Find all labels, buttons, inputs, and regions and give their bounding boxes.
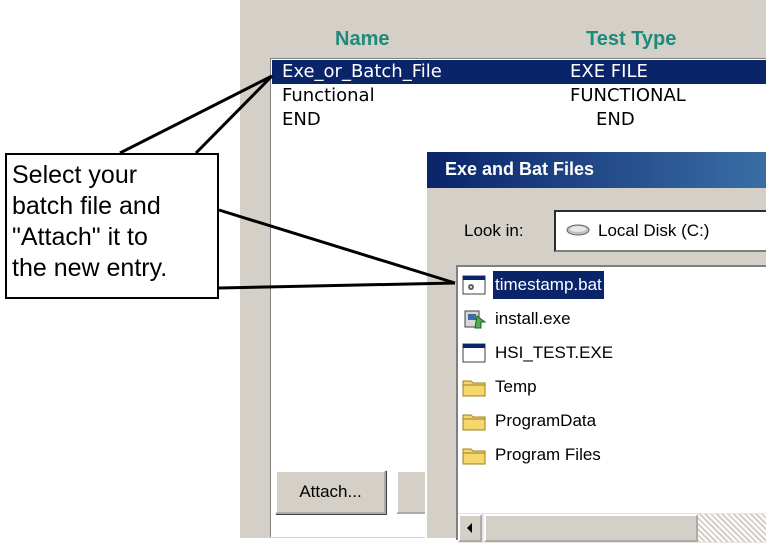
local-disk-icon [566,224,590,236]
folder-icon [462,414,486,431]
test-type: END [596,109,635,130]
callout-line: batch file and [12,192,161,220]
test-row[interactable]: Exe_or_Batch_File EXE FILE [272,60,766,84]
callout-line: Select your [12,161,138,189]
file-name: Program Files [495,445,601,464]
callout-line: the new entry. [12,254,168,282]
exe-window-icon [462,343,486,363]
column-header-name[interactable]: Name [335,28,389,51]
file-name: Temp [495,377,537,396]
test-row[interactable]: END END [272,108,766,132]
horizontal-scrollbar[interactable] [458,512,766,543]
test-type: FUNCTIONAL [570,85,686,106]
file-name: ProgramData [495,411,597,430]
file-name: timestamp.bat [492,270,605,300]
left-arrow-icon [467,523,472,533]
file-name: HSI_TEST.EXE [495,343,614,362]
attach-button[interactable]: Attach... [275,470,386,514]
installer-icon [464,310,487,329]
dialog-title-bar[interactable]: Exe and Bat Files [427,152,766,188]
folder-icon [462,380,486,397]
test-name: Exe_or_Batch_File [282,61,442,82]
column-header-test-type[interactable]: Test Type [586,28,676,51]
file-list[interactable]: timestamp.bat install.exe HSI_TEST.EXE T… [456,265,766,543]
callout-line: "Attach" it to [12,223,148,251]
test-name: END [282,109,321,130]
exe-bat-files-dialog: Exe and Bat Files Look in: Local Disk (C… [425,150,766,543]
look-in-value: Local Disk (C:) [598,221,710,240]
batch-file-icon [462,275,486,295]
folder-icon [462,448,486,465]
look-in-dropdown[interactable]: Local Disk (C:) [554,210,766,252]
look-in-label: Look in: [464,221,524,240]
test-type: EXE FILE [570,61,648,82]
file-name: install.exe [495,309,571,328]
test-name: Functional [282,85,375,106]
instruction-callout: Select your batch file and "Attach" it t… [5,153,219,299]
test-row[interactable]: Functional FUNCTIONAL [272,84,766,108]
dialog-title: Exe and Bat Files [445,159,595,179]
